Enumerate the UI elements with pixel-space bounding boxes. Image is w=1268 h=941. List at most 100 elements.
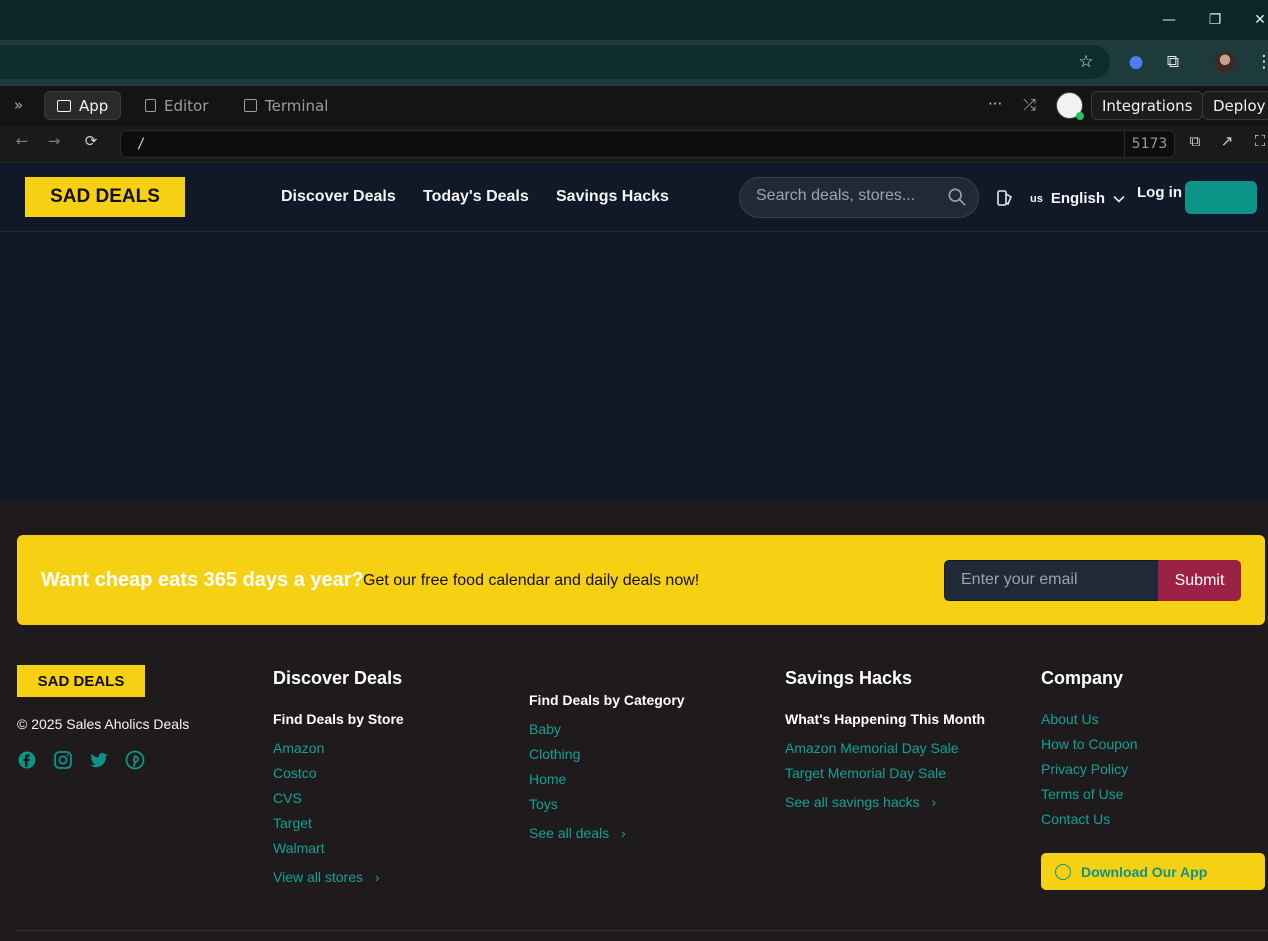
site-header: SAD DEALS Discover Deals Today's Deals S…	[0, 163, 1268, 232]
instagram-icon[interactable]	[53, 750, 73, 770]
tab-app[interactable]: App	[44, 91, 122, 120]
port-label[interactable]: 5173	[1124, 131, 1174, 157]
files-icon	[145, 99, 156, 112]
company-link-terms[interactable]: Terms of Use	[1041, 786, 1123, 802]
newsletter-banner: Want cheap eats 365 days a year? Get our…	[17, 535, 1265, 625]
webview-url-bar: / 5173	[0, 126, 1268, 163]
search-input[interactable]	[756, 187, 936, 205]
chevron-right-icon: ›	[374, 869, 380, 885]
app-download-icon	[1055, 863, 1071, 880]
nav-todays-deals[interactable]: Today's Deals	[423, 188, 529, 206]
search-box	[739, 177, 979, 218]
category-link-clothing[interactable]: Clothing	[529, 746, 580, 762]
bookmark-star-icon[interactable]: ☆	[1074, 50, 1098, 74]
company-link-privacy[interactable]: Privacy Policy	[1041, 761, 1128, 777]
see-all-savings-hacks-link[interactable]: See all savings hacks ›	[785, 794, 936, 810]
category-link-toys[interactable]: Toys	[529, 796, 558, 812]
twitter-icon[interactable]	[89, 750, 109, 770]
github-status-dot	[1076, 112, 1084, 120]
url-path: /	[137, 136, 146, 152]
expand-sidebar-icon[interactable]: »	[14, 96, 23, 114]
webview-address-field[interactable]: / 5173	[120, 130, 1175, 158]
back-arrow-icon[interactable]: ←	[11, 132, 33, 150]
browser-window-icon	[57, 99, 71, 112]
category-link-baby[interactable]: Baby	[529, 721, 561, 737]
language-selector[interactable]: us English	[1030, 190, 1125, 207]
store-link-target[interactable]: Target	[273, 815, 312, 831]
site-logo[interactable]: SAD DEALS	[25, 177, 185, 217]
categories-heading: Find Deals by Category	[529, 692, 685, 708]
language-code: us	[1030, 192, 1043, 205]
category-link-home[interactable]: Home	[529, 771, 566, 787]
language-label: English	[1050, 190, 1106, 207]
chevron-right-icon: ›	[931, 794, 937, 810]
see-all-savings-hacks-label: See all savings hacks	[785, 794, 920, 810]
close-window-button[interactable]: ✕	[1248, 8, 1268, 32]
discover-deals-heading: Discover Deals	[273, 668, 403, 688]
submit-button[interactable]: Submit	[1158, 560, 1241, 601]
integrations-button[interactable]: Integrations	[1091, 91, 1204, 120]
github-icon[interactable]	[1056, 92, 1084, 120]
hack-link-target-memorial-day[interactable]: Target Memorial Day Sale	[785, 765, 946, 781]
forward-arrow-icon[interactable]: →	[43, 132, 65, 150]
tab-editor-label: Editor	[164, 96, 209, 115]
more-options-icon[interactable]: ···	[988, 95, 1002, 113]
email-field[interactable]	[961, 571, 1141, 589]
store-link-amazon[interactable]: Amazon	[273, 740, 324, 756]
devtools-icon[interactable]: ⧉	[1184, 132, 1206, 150]
see-all-deals-link[interactable]: See all deals ›	[529, 825, 626, 841]
store-link-costco[interactable]: Costco	[273, 765, 317, 781]
fullscreen-icon[interactable]: ⛶	[1249, 132, 1268, 150]
signup-button[interactable]	[1185, 181, 1257, 214]
browser-omnibox[interactable]	[0, 45, 1110, 79]
terminal-icon	[244, 99, 257, 112]
view-all-stores-label: View all stores	[273, 869, 364, 885]
download-app-button[interactable]: Download Our App	[1041, 853, 1265, 890]
company-link-contact[interactable]: Contact Us	[1041, 811, 1110, 827]
browser-menu-icon[interactable]: ⋮	[1252, 50, 1268, 74]
pinterest-icon[interactable]	[125, 750, 145, 770]
see-all-deals-label: See all deals	[529, 825, 610, 841]
extensions-puzzle-icon[interactable]: ⧉	[1161, 50, 1185, 74]
nav-savings-hacks[interactable]: Savings Hacks	[556, 188, 669, 206]
profile-avatar[interactable]	[1214, 51, 1236, 73]
footer-divider	[17, 930, 1268, 931]
search-icon[interactable]	[948, 188, 966, 206]
store-link-walmart[interactable]: Walmart	[273, 840, 325, 856]
chevron-down-icon	[1113, 195, 1125, 203]
tab-terminal[interactable]: Terminal	[232, 91, 340, 120]
facebook-icon[interactable]	[17, 750, 37, 770]
deploy-button[interactable]: Deploy	[1202, 91, 1268, 120]
main-content-area	[0, 232, 1268, 502]
this-month-heading: What's Happening This Month	[785, 711, 986, 727]
email-field-wrapper	[944, 560, 1159, 601]
open-new-tab-icon[interactable]: ↗	[1216, 132, 1238, 150]
theme-toggle-icon[interactable]	[996, 189, 1014, 207]
company-link-how-to-coupon[interactable]: How to Coupon	[1041, 736, 1138, 752]
reload-icon[interactable]: ⟳	[80, 132, 102, 150]
replit-tab-bar: » App Editor Terminal ··· ⤮ Integrations…	[0, 86, 1268, 126]
window-titlebar: — ❐ ✕	[0, 0, 1268, 40]
extension-globe-icon[interactable]: ●	[1124, 50, 1148, 74]
nav-discover-deals[interactable]: Discover Deals	[281, 188, 396, 206]
savings-hacks-heading: Savings Hacks	[785, 668, 913, 688]
login-link[interactable]: Log in	[1137, 184, 1182, 201]
chevron-right-icon: ›	[621, 825, 626, 841]
minimize-button[interactable]: —	[1157, 8, 1181, 32]
hack-link-amazon-memorial-day[interactable]: Amazon Memorial Day Sale	[785, 740, 959, 756]
tab-editor[interactable]: Editor	[133, 91, 220, 120]
tab-terminal-label: Terminal	[265, 96, 329, 115]
restore-button[interactable]: ❐	[1203, 8, 1227, 32]
download-app-label: Download Our App	[1081, 863, 1208, 880]
footer-logo[interactable]: SAD DEALS	[17, 665, 145, 697]
banner-subtext: Get our free food calendar and daily dea…	[363, 572, 700, 589]
company-heading: Company	[1041, 668, 1124, 688]
banner-heading: Want cheap eats 365 days a year?	[41, 569, 364, 591]
company-link-about[interactable]: About Us	[1041, 711, 1099, 727]
store-link-cvs[interactable]: CVS	[273, 790, 302, 806]
view-all-stores-link[interactable]: View all stores ›	[273, 869, 380, 885]
stores-heading: Find Deals by Store	[273, 711, 404, 727]
site-footer: Want cheap eats 365 days a year? Get our…	[0, 502, 1268, 941]
shuffle-icon[interactable]: ⤮	[1023, 95, 1036, 115]
tab-app-label: App	[79, 96, 109, 115]
